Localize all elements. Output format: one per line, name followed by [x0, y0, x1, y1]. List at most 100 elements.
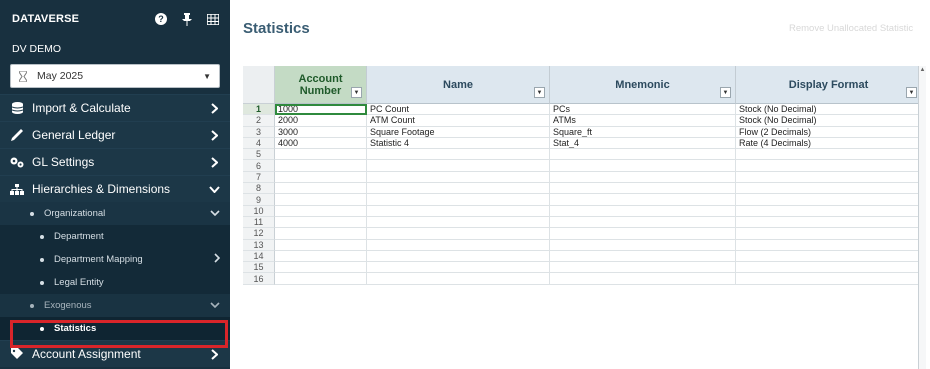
row-number[interactable]: 4: [243, 137, 275, 150]
cell-mnemonic[interactable]: [550, 262, 736, 274]
row-number[interactable]: 16: [243, 273, 275, 285]
cell-mnemonic[interactable]: [550, 205, 736, 217]
cell-display-format[interactable]: [736, 194, 922, 206]
cell-mnemonic[interactable]: [550, 216, 736, 229]
cell-name[interactable]: [367, 183, 550, 195]
nav-department-mapping[interactable]: Department Mapping: [0, 248, 230, 271]
column-header-name[interactable]: Name ▼: [367, 66, 550, 104]
cell-mnemonic[interactable]: [550, 194, 736, 206]
cell-display-format[interactable]: Stock (No Decimal): [736, 104, 922, 116]
cell-display-format[interactable]: [736, 273, 922, 285]
cell-display-format[interactable]: [736, 171, 922, 184]
nav-statistics[interactable]: Statistics: [0, 317, 230, 340]
row-number[interactable]: 1: [243, 104, 275, 116]
nav-gl-settings[interactable]: GL Settings: [0, 148, 230, 175]
cell-account-number[interactable]: 1000: [275, 104, 367, 116]
cell-name[interactable]: Square Footage: [367, 126, 550, 138]
row-number[interactable]: 10: [243, 205, 275, 217]
cell-account-number[interactable]: [275, 205, 367, 217]
column-header-mnemonic[interactable]: Mnemonic ▼: [550, 66, 736, 104]
row-number[interactable]: 9: [243, 194, 275, 206]
cell-display-format[interactable]: [736, 216, 922, 229]
cell-mnemonic[interactable]: [550, 183, 736, 195]
cell-name[interactable]: [367, 160, 550, 172]
cell-mnemonic[interactable]: Square_ft: [550, 126, 736, 138]
cell-name[interactable]: [367, 262, 550, 274]
nav-hierarchies-dimensions[interactable]: Hierarchies & Dimensions: [0, 175, 230, 202]
cell-mnemonic[interactable]: [550, 160, 736, 172]
row-number[interactable]: 8: [243, 183, 275, 195]
cell-name[interactable]: PC Count: [367, 104, 550, 116]
nav-legal-entity[interactable]: Legal Entity: [0, 271, 230, 294]
cell-display-format[interactable]: [736, 239, 922, 251]
filter-dropdown-icon[interactable]: ▼: [534, 87, 545, 98]
cell-display-format[interactable]: [736, 183, 922, 195]
help-icon[interactable]: ?: [154, 12, 168, 26]
nav-organizational[interactable]: Organizational: [0, 202, 230, 225]
cell-mnemonic[interactable]: PCs: [550, 104, 736, 116]
cell-account-number[interactable]: [275, 262, 367, 274]
grid-corner[interactable]: [243, 66, 275, 104]
cell-mnemonic[interactable]: [550, 239, 736, 251]
row-number[interactable]: 7: [243, 171, 275, 184]
cell-name[interactable]: [367, 250, 550, 263]
row-number[interactable]: 3: [243, 126, 275, 138]
cell-mnemonic[interactable]: [550, 273, 736, 285]
cell-display-format[interactable]: [736, 149, 922, 161]
column-header-account-number[interactable]: Account Number ▼: [275, 66, 367, 104]
row-number[interactable]: 12: [243, 228, 275, 240]
cell-name[interactable]: [367, 171, 550, 184]
cell-name[interactable]: Statistic 4: [367, 137, 550, 150]
filter-dropdown-icon[interactable]: ▼: [720, 87, 731, 98]
cell-name[interactable]: ATM Count: [367, 115, 550, 127]
pin-icon[interactable]: [180, 12, 194, 26]
cell-display-format[interactable]: Flow (2 Decimals): [736, 126, 922, 138]
cell-display-format[interactable]: [736, 205, 922, 217]
cell-name[interactable]: [367, 194, 550, 206]
cell-display-format[interactable]: [736, 160, 922, 172]
row-number[interactable]: 5: [243, 149, 275, 161]
cell-account-number[interactable]: [275, 149, 367, 161]
nav-department[interactable]: Department: [0, 225, 230, 248]
cell-mnemonic[interactable]: [550, 228, 736, 240]
vertical-scrollbar[interactable]: ▲: [918, 66, 926, 369]
cell-name[interactable]: [367, 239, 550, 251]
cell-display-format[interactable]: [736, 250, 922, 263]
cell-display-format[interactable]: Stock (No Decimal): [736, 115, 922, 127]
cell-account-number[interactable]: 4000: [275, 137, 367, 150]
row-number[interactable]: 2: [243, 115, 275, 127]
nav-general-ledger[interactable]: General Ledger: [0, 121, 230, 148]
nav-account-assignment[interactable]: Account Assignment: [0, 340, 230, 367]
column-header-display-format[interactable]: Display Format ▼: [736, 66, 922, 104]
grid-icon[interactable]: [206, 12, 220, 26]
cell-display-format[interactable]: [736, 262, 922, 274]
cell-mnemonic[interactable]: [550, 250, 736, 263]
row-number[interactable]: 13: [243, 239, 275, 251]
cell-name[interactable]: [367, 216, 550, 229]
cell-account-number[interactable]: [275, 171, 367, 184]
row-number[interactable]: 14: [243, 250, 275, 263]
cell-account-number[interactable]: [275, 183, 367, 195]
remove-unallocated-statistic-button[interactable]: Remove Unallocated Statistic: [777, 17, 930, 39]
nav-exogenous[interactable]: Exogenous: [0, 294, 230, 317]
cell-account-number[interactable]: [275, 239, 367, 251]
cell-account-number[interactable]: [275, 160, 367, 172]
cell-account-number[interactable]: [275, 273, 367, 285]
cell-display-format[interactable]: Rate (4 Decimals): [736, 137, 922, 150]
cell-name[interactable]: [367, 273, 550, 285]
period-select[interactable]: May 2025 ▼: [10, 64, 220, 88]
filter-dropdown-icon[interactable]: ▼: [906, 87, 917, 98]
row-number[interactable]: 11: [243, 216, 275, 229]
nav-import-calculate[interactable]: Import & Calculate: [0, 94, 230, 121]
cell-mnemonic[interactable]: [550, 149, 736, 161]
cell-display-format[interactable]: [736, 228, 922, 240]
scroll-up-icon[interactable]: ▲: [919, 66, 926, 74]
cell-account-number[interactable]: [275, 194, 367, 206]
cell-mnemonic[interactable]: [550, 171, 736, 184]
cell-name[interactable]: [367, 149, 550, 161]
row-number[interactable]: 15: [243, 262, 275, 274]
cell-mnemonic[interactable]: ATMs: [550, 115, 736, 127]
cell-name[interactable]: [367, 205, 550, 217]
cell-mnemonic[interactable]: Stat_4: [550, 137, 736, 150]
row-number[interactable]: 6: [243, 160, 275, 172]
